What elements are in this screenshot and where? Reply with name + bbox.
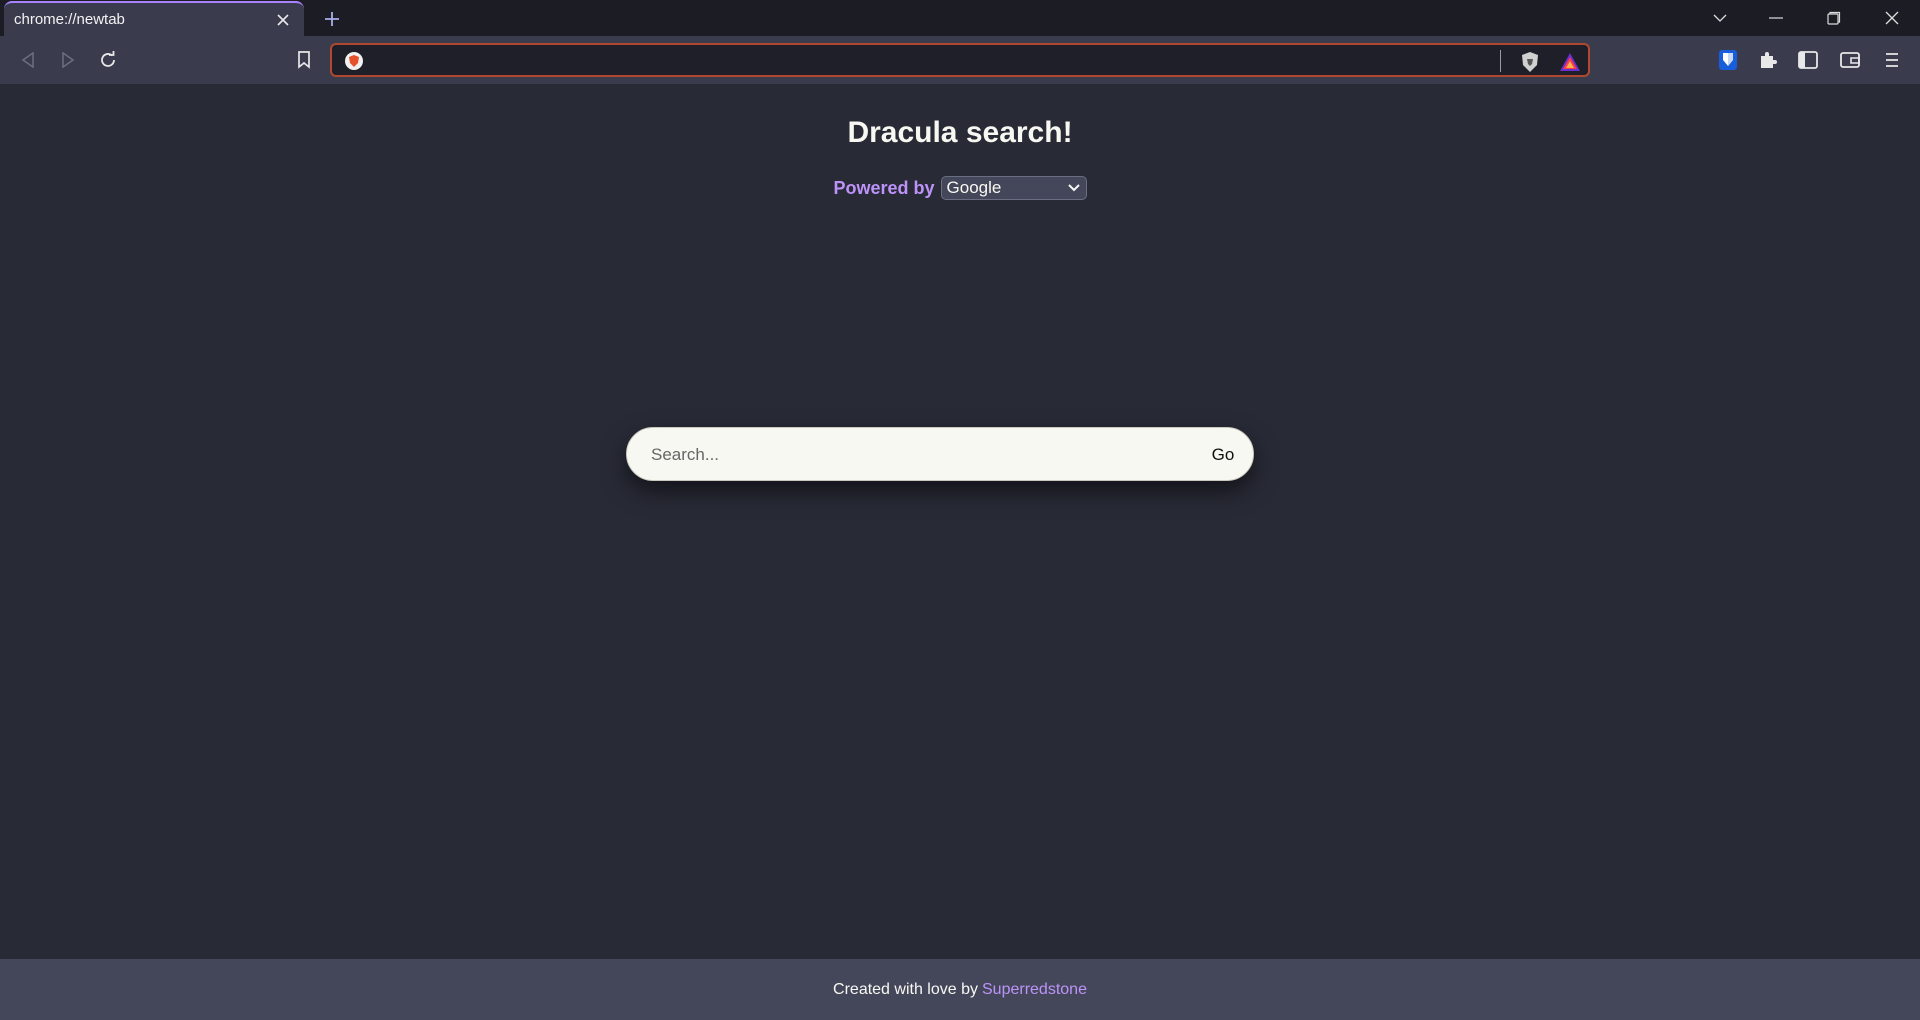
wallet-button[interactable]: [1834, 44, 1866, 76]
address-input[interactable]: [376, 49, 1376, 71]
plus-icon: [325, 12, 339, 26]
lion-shield-icon: [1522, 52, 1538, 72]
menu-icon: [1886, 53, 1898, 67]
wallet-icon: [1840, 52, 1860, 68]
minimize-icon: [1769, 17, 1783, 19]
brave-rewards-button[interactable]: [1558, 50, 1582, 74]
rewards-icon: [1560, 53, 1580, 71]
restore-icon: [1827, 11, 1841, 25]
address-bar[interactable]: [330, 43, 1590, 77]
minimize-button[interactable]: [1748, 0, 1804, 36]
search-bar: Go: [626, 427, 1254, 481]
bookmark-button[interactable]: [288, 44, 320, 76]
new-tab-button[interactable]: [318, 6, 346, 32]
powered-by-label: Powered by: [833, 177, 935, 198]
chevron-down-icon: [1713, 14, 1727, 22]
chevron-down-icon: [1067, 184, 1080, 192]
address-separator: [1500, 50, 1501, 72]
reload-button[interactable]: [92, 44, 124, 76]
bookmark-icon: [298, 51, 310, 69]
bitwarden-extension-button[interactable]: [1712, 44, 1744, 76]
back-button[interactable]: [12, 44, 44, 76]
close-icon: [1885, 11, 1899, 25]
brave-shield-icon: [345, 52, 363, 70]
tab-title: chrome://newtab: [14, 11, 125, 28]
forward-button[interactable]: [52, 44, 84, 76]
restore-button[interactable]: [1806, 0, 1862, 36]
go-button[interactable]: Go: [1203, 440, 1243, 470]
search-engine-value: Google: [946, 178, 1002, 197]
footer: Created with love by Superredstone: [0, 959, 1920, 1020]
newtab-page: Dracula search! Powered by Google Go: [0, 84, 1920, 959]
brave-shields-button[interactable]: [1518, 50, 1542, 74]
title-bar: chrome://newtab: [0, 0, 1920, 36]
back-icon: [21, 52, 34, 68]
extensions-icon: [1761, 52, 1777, 68]
menu-button[interactable]: [1876, 44, 1908, 76]
sidebar-icon: [1798, 51, 1818, 69]
page-title: Dracula search!: [847, 116, 1073, 149]
search-engine-picker: Powered by Google: [0, 176, 1920, 200]
sidebar-button[interactable]: [1792, 44, 1824, 76]
close-icon[interactable]: [272, 9, 294, 31]
browser-toolbar: [0, 36, 1920, 84]
footer-text: Created with love by: [833, 980, 978, 998]
bitwarden-icon: [1719, 50, 1737, 70]
reload-icon: [101, 51, 115, 67]
author-link[interactable]: Superredstone: [982, 981, 1087, 999]
search-engine-select[interactable]: Google: [940, 176, 1087, 200]
forward-icon: [62, 52, 75, 68]
search-input[interactable]: [651, 440, 1171, 470]
tab-newtab[interactable]: chrome://newtab: [4, 1, 304, 36]
extensions-button[interactable]: [1752, 44, 1784, 76]
close-window-button[interactable]: [1864, 0, 1920, 36]
tab-search-button[interactable]: [1692, 0, 1748, 36]
